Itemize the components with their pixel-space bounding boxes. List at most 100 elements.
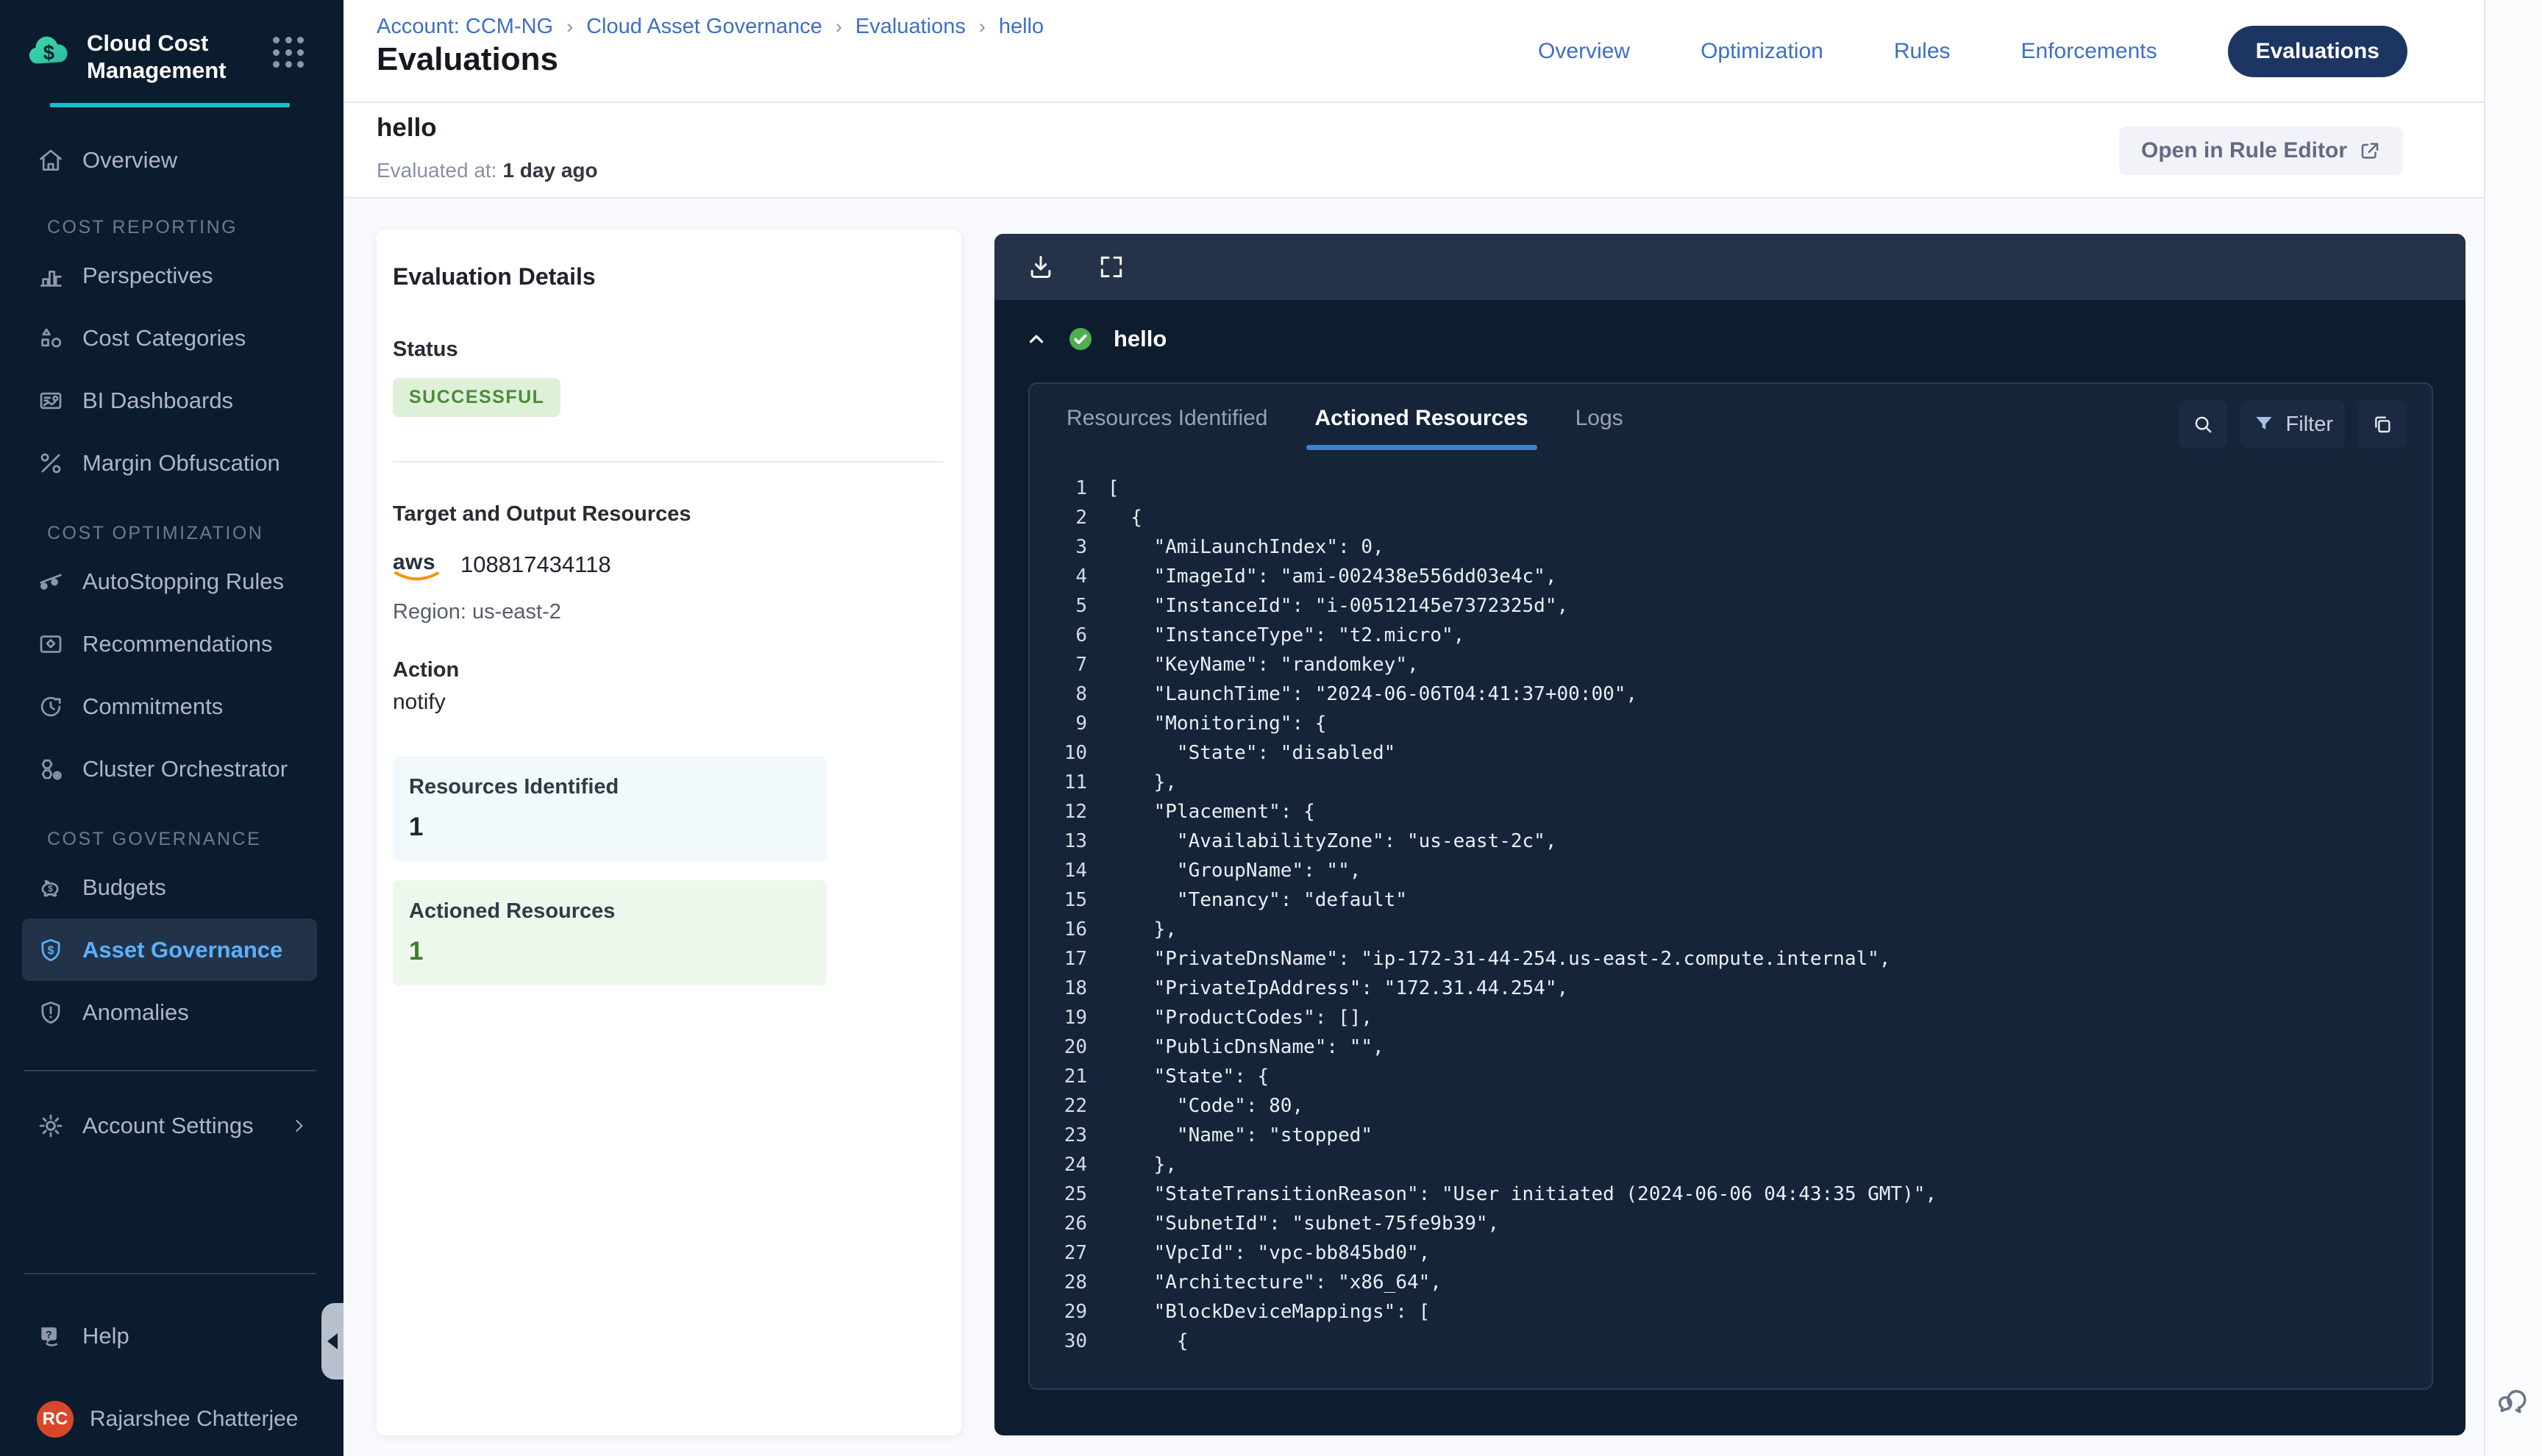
nav-overview[interactable]: Overview [1538, 39, 1630, 64]
line-text: "PrivateDnsName": "ip-172-31-44-254.us-e… [1108, 944, 1890, 974]
sidebar-item-bi-dashboards[interactable]: BI Dashboards [0, 369, 343, 432]
line-number: 28 [1030, 1268, 1087, 1297]
actioned-resources-value: 1 [409, 937, 811, 966]
actioned-resources-label: Actioned Resources [409, 899, 811, 924]
breadcrumb-link-0[interactable]: Account: CCM-NG [377, 15, 553, 39]
line-text: "AmiLaunchIndex": 0, [1108, 532, 1384, 562]
evaluation-name: hello [1114, 326, 1167, 352]
line-text: { [1108, 1327, 1189, 1356]
sidebar-item-anomalies[interactable]: Anomalies [0, 981, 343, 1043]
open-in-rule-editor-button[interactable]: Open in Rule Editor [2119, 126, 2403, 175]
tab-resources-identified[interactable]: Resources Identified [1067, 406, 1268, 450]
filter-label: Filter [2286, 413, 2333, 437]
sidebar-item-commitments[interactable]: Commitments [0, 675, 343, 738]
line-text: "SubnetId": "subnet-75fe9b39", [1108, 1209, 1499, 1238]
fullscreen-icon[interactable] [1097, 253, 1125, 281]
line-number: 13 [1030, 827, 1087, 856]
code-line-1: 1[ [1030, 474, 2432, 503]
code-line-24: 24 }, [1030, 1150, 2432, 1180]
sidebar-item-label: Recommendations [82, 631, 272, 657]
app-switcher-grid-icon[interactable] [273, 37, 305, 69]
nav-evaluations[interactable]: Evaluations [2228, 26, 2407, 77]
line-number: 20 [1030, 1032, 1087, 1062]
nav-optimization[interactable]: Optimization [1701, 39, 1823, 64]
sidebar-item-label: Margin Obfuscation [82, 450, 280, 477]
line-number: 27 [1030, 1238, 1087, 1268]
sidebar-item-recommendations[interactable]: Recommendations [0, 613, 343, 675]
line-text: "StateTransitionReason": "User initiated… [1108, 1180, 1937, 1209]
sidebar-item-margin-obfuscation[interactable]: Margin Obfuscation [0, 432, 343, 494]
sidebar-item-cost-categories[interactable]: Cost Categories [0, 307, 343, 369]
code-line-3: 3 "AmiLaunchIndex": 0, [1030, 532, 2432, 562]
nav-enforcements[interactable]: Enforcements [2021, 39, 2157, 64]
code-line-2: 2 { [1030, 503, 2432, 532]
sidebar-divider [24, 1070, 316, 1071]
breadcrumb-separator: › [979, 15, 986, 38]
action-label: Action [393, 658, 944, 682]
code-line-5: 5 "InstanceId": "i-00512145e7372325d", [1030, 591, 2432, 621]
sidebar-item-budgets[interactable]: $Budgets [0, 856, 343, 918]
sidebar-item-asset-governance[interactable]: $Asset Governance [22, 918, 317, 981]
sidebar-item-account-settings[interactable]: Account Settings [0, 1096, 343, 1155]
line-text: "ProductCodes": [], [1108, 1003, 1373, 1032]
code-line-30: 30 { [1030, 1327, 2432, 1356]
open-in-rule-editor-label: Open in Rule Editor [2141, 138, 2347, 163]
breadcrumb-link-3[interactable]: hello [999, 15, 1044, 39]
breadcrumb-link-1[interactable]: Cloud Asset Governance [586, 15, 822, 39]
code-line-26: 26 "SubnetId": "subnet-75fe9b39", [1030, 1209, 2432, 1238]
line-number: 5 [1030, 591, 1087, 621]
line-number: 19 [1030, 1003, 1087, 1032]
support-chat-icon[interactable] [2496, 1382, 2532, 1419]
line-text: "Architecture": "x86_64", [1108, 1268, 1442, 1297]
module-nav: Overview Optimization Rules Enforcements Eva… [1538, 0, 2407, 103]
help-label: Help [82, 1323, 129, 1349]
code-line-7: 7 "KeyName": "randomkey", [1030, 650, 2432, 679]
line-number: 17 [1030, 944, 1087, 974]
line-number: 26 [1030, 1209, 1087, 1238]
download-icon[interactable] [1027, 253, 1055, 281]
line-text: "State": "disabled" [1108, 738, 1395, 768]
success-check-icon [1067, 325, 1094, 353]
sidebar-item-label: AutoStopping Rules [82, 568, 284, 595]
tab-actioned-resources[interactable]: Actioned Resources [1315, 406, 1528, 450]
dashboard-icon [37, 387, 65, 415]
filter-button[interactable]: Filter [2240, 400, 2345, 449]
sidebar-item-label: Anomalies [82, 999, 189, 1026]
line-number: 2 [1030, 503, 1087, 532]
nav-rules[interactable]: Rules [1894, 39, 1951, 64]
clock-icon [37, 693, 65, 721]
sidebar-item-perspectives[interactable]: Perspectives [0, 244, 343, 307]
tab-logs[interactable]: Logs [1576, 406, 1623, 450]
evaluated-at-value: 1 day ago [502, 159, 597, 182]
sidebar-item-autostopping-rules[interactable]: AutoStopping Rules [0, 550, 343, 613]
json-code-viewer[interactable]: 1[2 {3 "AmiLaunchIndex": 0,4 "ImageId": … [1030, 474, 2432, 1356]
chevron-right-icon [289, 1116, 308, 1135]
code-line-22: 22 "Code": 80, [1030, 1091, 2432, 1121]
chevron-up-icon[interactable] [1025, 328, 1047, 350]
line-text: "GroupName": "", [1108, 856, 1361, 885]
line-text: "VpcId": "vpc-bb845bd0", [1108, 1238, 1430, 1268]
piggy-bank-icon: $ [37, 874, 65, 902]
sidebar-item-help[interactable]: ? Help [0, 1307, 343, 1366]
sidebar-collapse-handle[interactable] [321, 1303, 343, 1380]
main-area: Account: CCM-NG›Cloud Asset Governance›E… [343, 0, 2484, 1456]
breadcrumb-link-2[interactable]: Evaluations [855, 15, 966, 39]
module-accent-bar [50, 103, 290, 107]
search-button[interactable] [2179, 400, 2227, 449]
sidebar-item-label: BI Dashboards [82, 388, 233, 414]
sidebar-item-cluster-orchestrator[interactable]: Cluster Orchestrator [0, 738, 343, 800]
line-text: [ [1108, 474, 1119, 503]
sidebar-user[interactable]: RC Rajarshee Chatterjee [0, 1390, 343, 1449]
sidebar-item-overview[interactable]: Overview [0, 132, 343, 188]
line-number: 23 [1030, 1121, 1087, 1150]
evaluated-at: Evaluated at: 1 day ago [377, 159, 598, 182]
shapes-icon [37, 324, 65, 352]
evaluated-at-label: Evaluated at: [377, 159, 496, 182]
svg-text:?: ? [46, 1330, 52, 1341]
actioned-resources-card: Actioned Resources 1 [393, 880, 827, 985]
details-card-title: Evaluation Details [393, 263, 944, 290]
evaluation-details-card: Evaluation Details Status SUCCESSFUL Tar… [377, 229, 961, 1435]
copy-button[interactable] [2358, 400, 2407, 449]
line-text: "BlockDeviceMappings": [ [1108, 1297, 1430, 1327]
shield-dollar-icon: $ [37, 936, 65, 964]
